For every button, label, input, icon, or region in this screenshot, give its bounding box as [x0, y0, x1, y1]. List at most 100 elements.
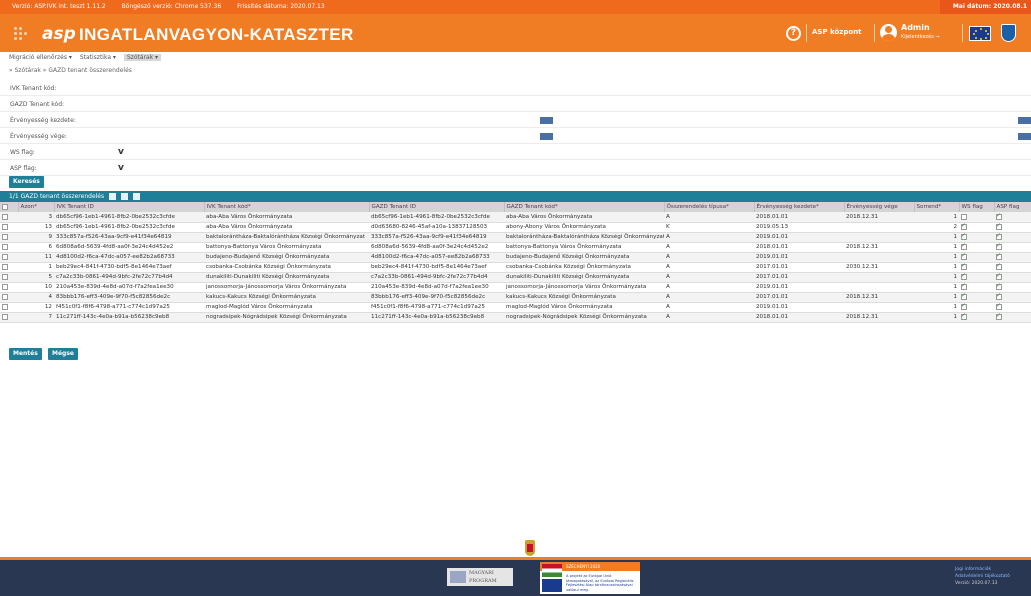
column-header[interactable]: IVK Tenant kód* — [204, 202, 370, 212]
row-select-checkbox[interactable] — [0, 222, 18, 233]
ws-flag-select[interactable]: v — [118, 147, 124, 157]
eu-flag-icon — [969, 26, 991, 41]
cell-order: 1 — [914, 272, 959, 283]
asp-flag-checkbox[interactable] — [994, 212, 1031, 223]
cell-gazd-kod: nogradsipek-Nógrádsipek Községi Önkormán… — [504, 312, 664, 323]
ivk-tenant-label: IVK Tenant kód: — [10, 85, 57, 92]
cell-gazd-id: 4d8100d2-f6ca-47dc-a057-ee82b2a68733 — [369, 252, 504, 263]
ws-flag-checkbox[interactable] — [959, 312, 994, 323]
asp-flag-checkbox[interactable] — [994, 242, 1031, 253]
row-select-checkbox[interactable] — [0, 272, 18, 283]
asp-flag-checkbox[interactable] — [994, 312, 1031, 323]
user-avatar-icon[interactable] — [880, 24, 897, 41]
cancel-button[interactable]: Mégse — [48, 348, 78, 360]
legal-link[interactable]: Jogi információk — [955, 567, 991, 572]
column-header[interactable]: GAZD Tenant ID — [369, 202, 505, 212]
nav-statistics[interactable]: Statisztika ▾ — [80, 54, 116, 61]
row-select-checkbox[interactable] — [0, 242, 18, 253]
magyary-line2: PROGRAM — [469, 578, 497, 584]
row-select-checkbox[interactable] — [0, 312, 18, 323]
ws-flag-checkbox[interactable] — [959, 262, 994, 273]
app-title: INGATLANVAGYON-KATASZTER — [79, 25, 354, 44]
cell-valid-from: 2018.01.01 — [754, 212, 844, 223]
table-row[interactable]: 1 beb29ec4-841f-4730-bdf5-8e1464e73aef cso… — [0, 262, 1031, 273]
version-info: Verzió: ASP.IVK int. teszt 1.11.2 Böngés… — [0, 0, 940, 14]
calendar-icon[interactable] — [1018, 133, 1031, 140]
nav-dictionaries[interactable]: Szótárak ▾ — [123, 54, 162, 61]
ws-flag-checkbox[interactable] — [959, 242, 994, 253]
table-row[interactable]: 9 333c857a-f526-43aa-9cf9-e41f34e64819 bak… — [0, 232, 1031, 243]
ws-flag-checkbox[interactable] — [959, 292, 994, 303]
privacy-link[interactable]: Adatvédelmi tájékoztató — [955, 574, 1010, 579]
asp-flag-checkbox[interactable] — [994, 272, 1031, 283]
asp-flag-checkbox[interactable] — [994, 262, 1031, 273]
column-header[interactable]: Sorrend* — [914, 202, 960, 212]
cell-order: 2 — [914, 222, 959, 233]
column-header[interactable]: Összerendelés típusa* — [664, 202, 755, 212]
row-select-checkbox[interactable] — [0, 282, 18, 293]
column-header[interactable]: Azon* — [18, 202, 55, 212]
column-header[interactable]: IVK Tenant ID — [54, 202, 205, 212]
table-row[interactable]: 12 f451c0f1-f8f6-4798-a771-c774c1d97a25 ma… — [0, 302, 1031, 313]
excel-icon[interactable] — [120, 193, 128, 200]
select-all-checkbox[interactable] — [0, 202, 19, 212]
row-select-checkbox[interactable] — [0, 232, 18, 243]
asp-flag-checkbox[interactable] — [994, 292, 1031, 303]
cell-type: K — [664, 222, 754, 233]
save-button[interactable]: Mentés — [9, 348, 42, 360]
table-row[interactable]: 6 6d808a6d-5639-4fd8-aa0f-3e24c4d452e2 bat… — [0, 242, 1031, 253]
calendar-icon[interactable] — [540, 117, 553, 124]
cell-id: 9 — [18, 232, 54, 243]
ws-flag-checkbox[interactable] — [959, 302, 994, 313]
asp-center-link[interactable]: ASP központ — [812, 28, 862, 36]
table-row[interactable]: 13 db65cf96-1eb1-4961-8fb2-0be2532c3cfde a… — [0, 222, 1031, 233]
cell-order: 1 — [914, 292, 959, 303]
table-row[interactable]: 7 11c271ff-143c-4e0a-b91a-b56238c9eb8 nogr… — [0, 312, 1031, 323]
table-row[interactable]: 11 4d8100d2-f6ca-47dc-a057-ee82b2a68733 bu… — [0, 252, 1031, 263]
calendar-icon[interactable] — [1018, 117, 1031, 124]
cell-id: 4 — [18, 292, 54, 303]
column-header[interactable]: WS flag — [959, 202, 995, 212]
ws-flag-checkbox[interactable] — [959, 212, 994, 223]
table-row[interactable]: 3 db65cf96-1eb1-4961-8fb2-0be2532c3cfde ab… — [0, 212, 1031, 223]
logo-asp[interactable]: asp — [42, 24, 76, 44]
cell-valid-from: 2019.01.01 — [754, 252, 844, 263]
print-icon[interactable] — [132, 193, 140, 200]
asp-flag-select[interactable]: v — [118, 163, 124, 173]
help-icon[interactable]: ? — [786, 26, 801, 41]
user-name[interactable]: Admin — [901, 23, 930, 32]
export-icon[interactable] — [109, 193, 117, 200]
ws-flag-checkbox[interactable] — [959, 282, 994, 293]
column-header[interactable]: GAZD Tenant kód* — [504, 202, 665, 212]
ws-flag-checkbox[interactable] — [959, 232, 994, 243]
table-title-bar: 1/1 GAZD tenant összerendelés — [0, 191, 1031, 202]
asp-flag-checkbox[interactable] — [994, 282, 1031, 293]
ws-flag-checkbox[interactable] — [959, 252, 994, 263]
column-header[interactable]: ASP flag — [994, 202, 1031, 212]
asp-flag-checkbox[interactable] — [994, 222, 1031, 233]
column-header[interactable]: Érvényesség vége — [844, 202, 915, 212]
column-header[interactable]: Érvényesség kezdete* — [754, 202, 845, 212]
cell-type: A — [664, 312, 754, 323]
calendar-icon[interactable] — [540, 133, 553, 140]
filter-row: Érvényesség kezdete: — [0, 114, 1031, 128]
cell-gazd-id: c7a2c33b-0861-494d-9bfc-2fe72c77b4d4 — [369, 272, 504, 283]
row-select-checkbox[interactable] — [0, 212, 18, 223]
cell-gazd-kod: kakucs-Kakucs Községi Önkormányzata — [504, 292, 664, 303]
ws-flag-checkbox[interactable] — [959, 272, 994, 283]
ws-flag-checkbox[interactable] — [959, 222, 994, 233]
table-row[interactable]: 5 c7a2c33b-0861-494d-9bfc-2fe72c77b4d4 dun… — [0, 272, 1031, 283]
table-row[interactable]: 10 210a453e-839d-4e8d-a07d-f7a2fea1ee30 ja… — [0, 282, 1031, 293]
asp-flag-checkbox[interactable] — [994, 252, 1031, 263]
asp-flag-checkbox[interactable] — [994, 302, 1031, 313]
search-button[interactable]: Keresés — [9, 176, 44, 188]
nav-migration[interactable]: Migráció ellenőrzés ▾ — [9, 54, 72, 61]
row-select-checkbox[interactable] — [0, 302, 18, 313]
row-select-checkbox[interactable] — [0, 252, 18, 263]
cell-ivk-kod: battonya-Battonya Város Önkormányzata — [204, 242, 369, 253]
asp-flag-checkbox[interactable] — [994, 232, 1031, 243]
row-select-checkbox[interactable] — [0, 292, 18, 303]
logout-link[interactable]: Kijelentkezés ⇒ — [901, 34, 940, 40]
row-select-checkbox[interactable] — [0, 262, 18, 273]
table-row[interactable]: 4 83bbb176-eff3-409e-9f70-f5c82856de2c kak… — [0, 292, 1031, 303]
